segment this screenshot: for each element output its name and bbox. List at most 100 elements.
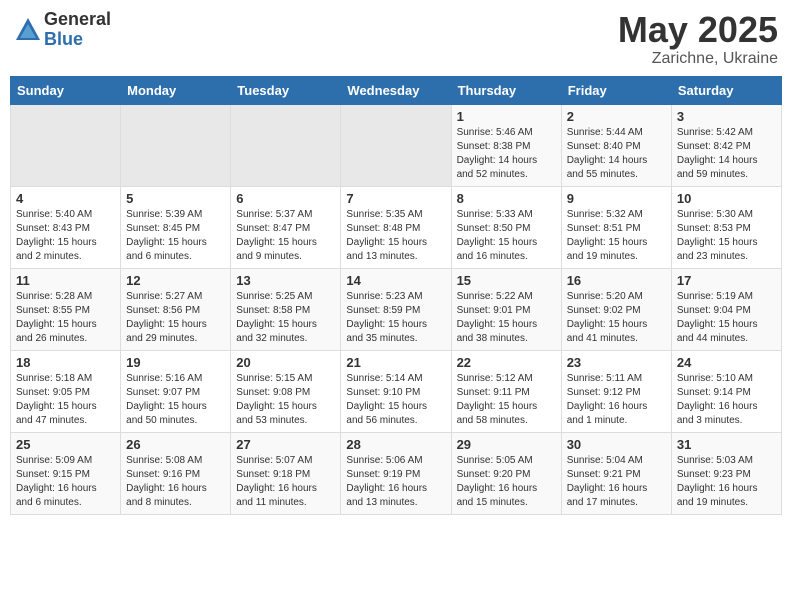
day-info: Sunrise: 5:25 AM Sunset: 8:58 PM Dayligh… [236,290,335,346]
day-info: Sunrise: 5:37 AM Sunset: 8:47 PM Dayligh… [236,208,335,264]
calendar-cell: 10 Sunrise: 5:30 AM Sunset: 8:53 PM Dayli… [671,186,781,268]
day-number: 10 [677,191,776,206]
calendar-cell: 11 Sunrise: 5:28 AM Sunset: 8:55 PM Dayli… [11,268,121,350]
calendar: SundayMondayTuesdayWednesdayThursdayFrid… [10,76,782,515]
day-number: 31 [677,437,776,452]
calendar-header-saturday: Saturday [671,76,781,104]
day-number: 29 [457,437,556,452]
day-info: Sunrise: 5:33 AM Sunset: 8:50 PM Dayligh… [457,208,556,264]
day-info: Sunrise: 5:08 AM Sunset: 9:16 PM Dayligh… [126,454,225,510]
day-info: Sunrise: 5:18 AM Sunset: 9:05 PM Dayligh… [16,372,115,428]
calendar-cell: 8Sunrise: 5:33 AM Sunset: 8:50 PM Daylig… [451,186,561,268]
day-info: Sunrise: 5:42 AM Sunset: 8:42 PM Dayligh… [677,126,776,182]
day-info: Sunrise: 5:22 AM Sunset: 9:01 PM Dayligh… [457,290,556,346]
calendar-cell: 13 Sunrise: 5:25 AM Sunset: 8:58 PM Dayli… [231,268,341,350]
day-info: Sunrise: 5:28 AM Sunset: 8:55 PM Dayligh… [16,290,115,346]
day-info: Sunrise: 5:14 AM Sunset: 9:10 PM Dayligh… [346,372,445,428]
day-info: Sunrise: 5:04 AM Sunset: 9:21 PM Dayligh… [567,454,666,510]
day-number: 26 [126,437,225,452]
calendar-cell: 5 Sunrise: 5:39 AM Sunset: 8:45 PM Daylig… [121,186,231,268]
logo-icon [14,16,42,44]
day-info: Sunrise: 5:15 AM Sunset: 9:08 PM Dayligh… [236,372,335,428]
day-info: Sunrise: 5:11 AM Sunset: 9:12 PM Dayligh… [567,372,666,428]
calendar-week-row: 18 Sunrise: 5:18 AM Sunset: 9:05 PM Dayli… [11,350,782,432]
calendar-cell: 15 Sunrise: 5:22 AM Sunset: 9:01 PM Dayli… [451,268,561,350]
title-section: May 2025 Zarichne, Ukraine [618,10,778,68]
day-info: Sunrise: 5:05 AM Sunset: 9:20 PM Dayligh… [457,454,556,510]
calendar-cell: 26 Sunrise: 5:08 AM Sunset: 9:16 PM Dayli… [121,432,231,514]
day-info: Sunrise: 5:32 AM Sunset: 8:51 PM Dayligh… [567,208,666,264]
calendar-header-monday: Monday [121,76,231,104]
day-info: Sunrise: 5:19 AM Sunset: 9:04 PM Dayligh… [677,290,776,346]
calendar-header-friday: Friday [561,76,671,104]
day-number: 9 [567,191,666,206]
day-number: 23 [567,355,666,370]
day-number: 28 [346,437,445,452]
calendar-cell: 19Sunrise: 5:16 AM Sunset: 9:07 PM Dayli… [121,350,231,432]
day-number: 22 [457,355,556,370]
day-number: 11 [16,273,115,288]
logo-blue: Blue [44,30,111,50]
day-info: Sunrise: 5:09 AM Sunset: 9:15 PM Dayligh… [16,454,115,510]
day-number: 7 [346,191,445,206]
day-number: 27 [236,437,335,452]
calendar-cell [121,104,231,186]
logo-general: General [44,10,111,30]
day-info: Sunrise: 5:44 AM Sunset: 8:40 PM Dayligh… [567,126,666,182]
day-number: 1 [457,109,556,124]
calendar-cell: 20Sunrise: 5:15 AM Sunset: 9:08 PM Dayli… [231,350,341,432]
calendar-cell: 27 Sunrise: 5:07 AM Sunset: 9:18 PM Dayli… [231,432,341,514]
day-number: 21 [346,355,445,370]
logo: General Blue [14,10,111,50]
calendar-cell: 30 Sunrise: 5:04 AM Sunset: 9:21 PM Dayli… [561,432,671,514]
day-info: Sunrise: 5:27 AM Sunset: 8:56 PM Dayligh… [126,290,225,346]
calendar-cell: 18 Sunrise: 5:18 AM Sunset: 9:05 PM Dayli… [11,350,121,432]
month-title: May 2025 [618,10,778,50]
calendar-cell: 9 Sunrise: 5:32 AM Sunset: 8:51 PM Daylig… [561,186,671,268]
day-number: 17 [677,273,776,288]
day-info: Sunrise: 5:39 AM Sunset: 8:45 PM Dayligh… [126,208,225,264]
day-info: Sunrise: 5:10 AM Sunset: 9:14 PM Dayligh… [677,372,776,428]
calendar-header-thursday: Thursday [451,76,561,104]
day-info: Sunrise: 5:23 AM Sunset: 8:59 PM Dayligh… [346,290,445,346]
calendar-cell: 3 Sunrise: 5:42 AM Sunset: 8:42 PM Daylig… [671,104,781,186]
day-info: Sunrise: 5:20 AM Sunset: 9:02 PM Dayligh… [567,290,666,346]
calendar-cell: 17 Sunrise: 5:19 AM Sunset: 9:04 PM Dayli… [671,268,781,350]
calendar-cell: 29 Sunrise: 5:05 AM Sunset: 9:20 PM Dayli… [451,432,561,514]
day-number: 12 [126,273,225,288]
day-number: 15 [457,273,556,288]
calendar-cell: 24 Sunrise: 5:10 AM Sunset: 9:14 PM Dayli… [671,350,781,432]
logo-text: General Blue [44,10,111,50]
day-number: 14 [346,273,445,288]
calendar-header-wednesday: Wednesday [341,76,451,104]
day-number: 19 [126,355,225,370]
calendar-cell: 31Sunrise: 5:03 AM Sunset: 9:23 PM Dayli… [671,432,781,514]
calendar-cell: 22Sunrise: 5:12 AM Sunset: 9:11 PM Dayli… [451,350,561,432]
calendar-cell: 2Sunrise: 5:44 AM Sunset: 8:40 PM Daylig… [561,104,671,186]
day-number: 16 [567,273,666,288]
calendar-cell [11,104,121,186]
calendar-cell [341,104,451,186]
calendar-cell: 14 Sunrise: 5:23 AM Sunset: 8:59 PM Dayli… [341,268,451,350]
day-number: 4 [16,191,115,206]
calendar-week-row: 11 Sunrise: 5:28 AM Sunset: 8:55 PM Dayli… [11,268,782,350]
day-number: 3 [677,109,776,124]
day-info: Sunrise: 5:30 AM Sunset: 8:53 PM Dayligh… [677,208,776,264]
calendar-cell: 28Sunrise: 5:06 AM Sunset: 9:19 PM Dayli… [341,432,451,514]
calendar-cell: 6 Sunrise: 5:37 AM Sunset: 8:47 PM Daylig… [231,186,341,268]
calendar-header-tuesday: Tuesday [231,76,341,104]
calendar-cell: 4 Sunrise: 5:40 AM Sunset: 8:43 PM Daylig… [11,186,121,268]
day-number: 18 [16,355,115,370]
calendar-cell: 21 Sunrise: 5:14 AM Sunset: 9:10 PM Dayli… [341,350,451,432]
day-info: Sunrise: 5:40 AM Sunset: 8:43 PM Dayligh… [16,208,115,264]
day-number: 13 [236,273,335,288]
calendar-cell: 23 Sunrise: 5:11 AM Sunset: 9:12 PM Dayli… [561,350,671,432]
day-number: 6 [236,191,335,206]
day-number: 5 [126,191,225,206]
day-number: 24 [677,355,776,370]
calendar-cell: 7Sunrise: 5:35 AM Sunset: 8:48 PM Daylig… [341,186,451,268]
day-info: Sunrise: 5:07 AM Sunset: 9:18 PM Dayligh… [236,454,335,510]
calendar-cell: 1Sunrise: 5:46 AM Sunset: 8:38 PM Daylig… [451,104,561,186]
day-number: 30 [567,437,666,452]
calendar-header-row: SundayMondayTuesdayWednesdayThursdayFrid… [11,76,782,104]
